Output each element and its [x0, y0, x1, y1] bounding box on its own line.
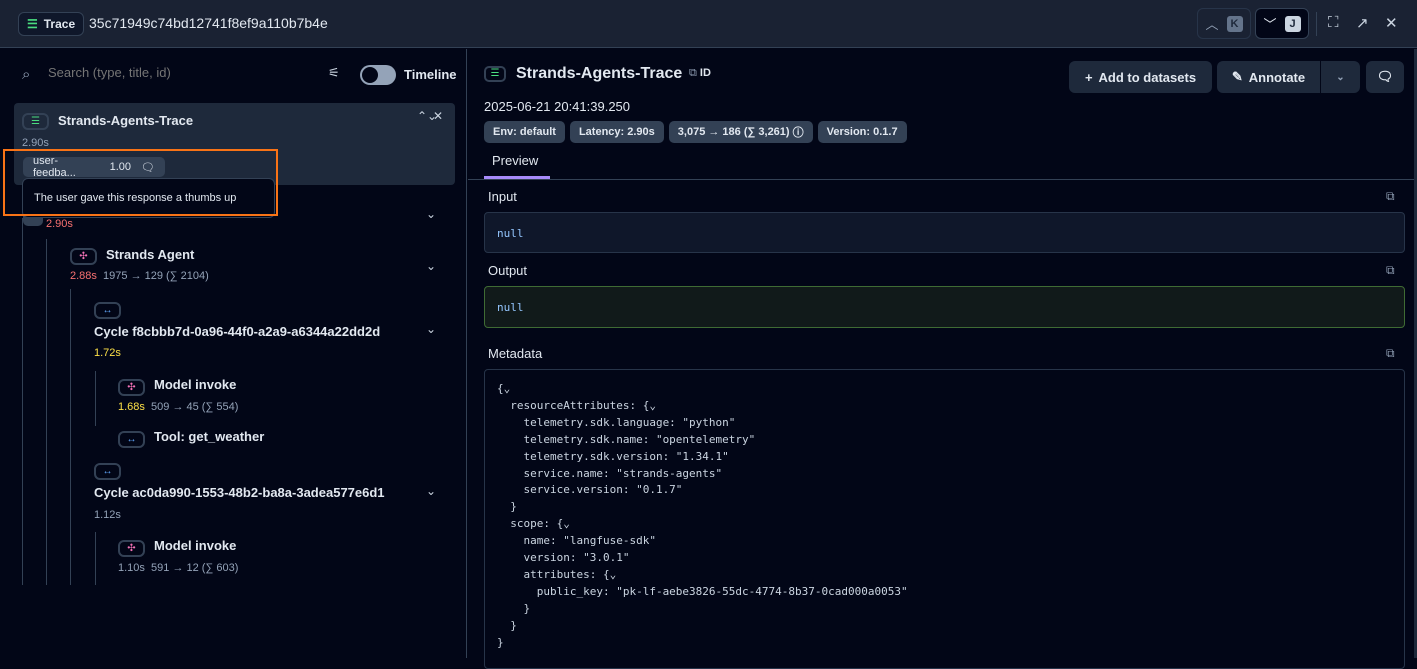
add-to-datasets-button[interactable]: + Add to datasets — [1069, 61, 1212, 93]
chevron-up-icon: ︿ — [1205, 17, 1219, 32]
node-title[interactable]: Tool: get_weather — [154, 429, 264, 444]
generation-icon: ✣ — [118, 379, 145, 396]
generation-icon: ✣ — [118, 540, 145, 557]
timeline-toggle[interactable] — [360, 65, 396, 85]
tab-preview[interactable]: Preview — [492, 153, 538, 168]
trace-id: 35c71949c74bd12741f8ef9a110b7b4e — [89, 15, 328, 31]
timestamp: 2025-06-21 20:41:39.250 — [484, 99, 631, 114]
tool-icon: ↔ — [118, 431, 145, 448]
trace-icon: ☰ — [27, 17, 38, 31]
output-label: Output — [488, 263, 528, 278]
next-trace-button[interactable]: ﹀ J — [1255, 8, 1309, 39]
close-icon[interactable]: ✕ — [1385, 14, 1398, 32]
tree-line — [70, 289, 71, 585]
input-label: Input — [488, 189, 517, 204]
metadata-json: {⌄ resourceAttributes: {⌄ telemetry.sdk.… — [497, 382, 908, 649]
span-icon: ↔ — [94, 463, 121, 480]
output-value: null — [484, 286, 1405, 328]
input-value: null — [484, 212, 1405, 253]
previous-trace-button[interactable]: ︿ K — [1197, 8, 1251, 39]
token-badge: 3,075 → 186 (∑ 3,261) ⓘ — [668, 121, 813, 143]
annotate-dropdown-button[interactable]: ⌄ — [1321, 61, 1360, 93]
badge-row: Env: default Latency: 2.90s 3,075 → 186 … — [484, 121, 907, 143]
chevron-down-icon[interactable]: ⌄ — [426, 322, 436, 336]
node-title[interactable]: Model invoke — [154, 538, 236, 553]
highlight-box — [3, 149, 278, 216]
node-title[interactable]: Model invoke — [154, 377, 236, 392]
metadata-viewer: {⌄ resourceAttributes: {⌄ telemetry.sdk.… — [484, 369, 1405, 669]
expand-icon[interactable]: ⛶ — [1328, 14, 1339, 31]
comment-icon: 🗨 — [1376, 69, 1394, 84]
tree-line — [22, 218, 23, 585]
node-title[interactable]: Cycle f8cbbb7d-0a96-44f0-a2a9-a6344a22dd… — [94, 324, 380, 339]
header: ☰ Trace 35c71949c74bd12741f8ef9a110b7b4e … — [0, 0, 1417, 48]
trace-icon: ☰ — [22, 113, 49, 130]
trace-type-badge: ☰ Trace — [18, 12, 85, 36]
version-badge: Version: 0.1.7 — [817, 121, 907, 143]
agent-icon: ✣ — [70, 248, 97, 265]
tree-line — [46, 239, 47, 585]
latency-badge: Latency: 2.90s — [569, 121, 664, 143]
plus-icon: + — [1084, 69, 1093, 85]
timeline-label: Timeline — [404, 67, 457, 82]
filter-settings-icon[interactable]: ⚟ — [328, 65, 340, 81]
annotate-button[interactable]: ✎ Annotate — [1217, 61, 1320, 93]
edit-icon: ✎ — [1231, 69, 1243, 84]
copy-icon[interactable]: ⧉ — [1386, 346, 1395, 361]
detail-title: Strands-Agents-Trace — [516, 65, 683, 82]
divider — [468, 179, 1417, 180]
trace-tree-panel: ⌕ ⚟ Timeline ☰ Strands-Agents-Trace ⌃⌄ ✕… — [0, 49, 467, 658]
chevron-down-icon: ⌄ — [1336, 71, 1345, 83]
trace-icon: ☰ — [484, 66, 506, 82]
copy-icon: ⧉ — [689, 67, 697, 79]
divider — [1316, 12, 1317, 36]
search-icon: ⌕ — [22, 66, 31, 83]
metadata-label: Metadata — [488, 346, 543, 361]
tree-line — [95, 532, 96, 585]
open-external-icon[interactable]: ↗ — [1356, 14, 1369, 32]
collapse-all-icon[interactable]: ✕ — [433, 109, 443, 123]
copy-icon[interactable]: ⧉ — [1386, 263, 1395, 278]
chevron-down-icon[interactable]: ⌄ — [426, 207, 436, 221]
chevron-down-icon[interactable]: ⌄ — [426, 484, 436, 498]
tree-line — [95, 371, 96, 426]
copy-icon[interactable]: ⧉ — [1386, 189, 1395, 204]
copy-id-button[interactable]: ⧉ ID — [689, 67, 711, 80]
node-title[interactable]: Cycle ac0da990-1553-48b2-ba8a-3adea577e6… — [94, 485, 385, 500]
node-title[interactable]: Strands Agent — [106, 247, 194, 262]
chevron-down-icon: ﹀ — [1263, 17, 1277, 32]
chevron-down-icon[interactable]: ⌄ — [426, 259, 436, 273]
env-badge: Env: default — [484, 121, 565, 143]
search-input[interactable] — [48, 65, 308, 80]
span-icon: ↔ — [94, 302, 121, 319]
comments-button[interactable]: 🗨 — [1366, 61, 1404, 93]
info-icon[interactable]: ⓘ — [793, 124, 804, 140]
